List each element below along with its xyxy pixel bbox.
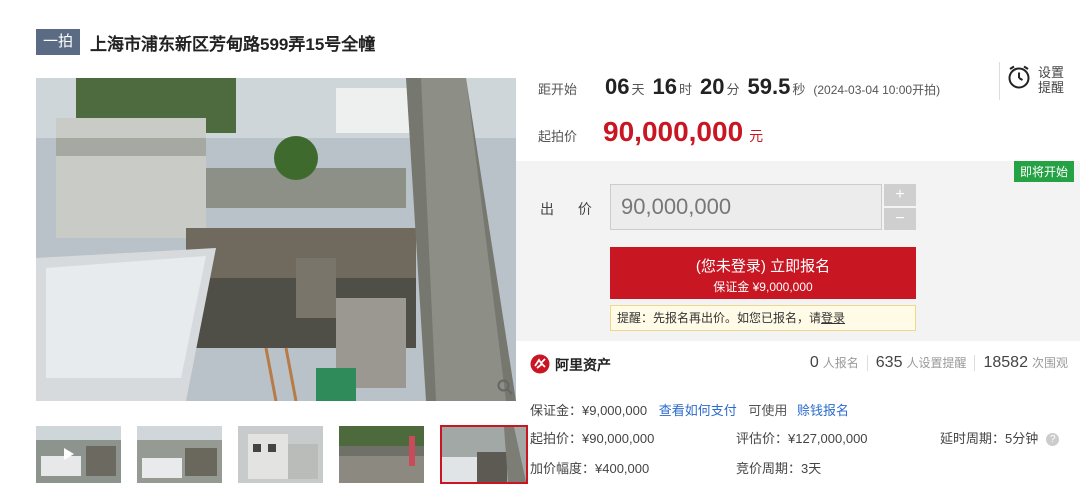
increase-bid-button[interactable]: + [884, 184, 916, 206]
bid-stepper: + − [884, 184, 916, 232]
tip-text: 提醒：先报名再出价。如您已报名，请 [617, 311, 822, 325]
stats: 0 人报名 635 人设置提醒 18582 次围观 [810, 354, 1068, 372]
start-time-note: (2024-03-04 10:00开拍) [813, 83, 941, 97]
detail-appraisal: 评估价：¥127,000,000 [736, 431, 868, 446]
status-badge: 即将开始 [1013, 161, 1074, 182]
signup-button-label: (您未登录) 立即报名 [695, 258, 831, 275]
start-price-value: 90,000,000 [603, 116, 744, 147]
zoom-icon[interactable] [494, 376, 516, 398]
alarm-clock-icon [1006, 64, 1032, 95]
detail-cycle: 竞价周期：3天 [736, 461, 822, 476]
platform-logo: 阿里资产 [530, 354, 611, 377]
thumbnail-4[interactable] [339, 426, 424, 483]
main-property-photo[interactable] [36, 78, 516, 401]
reminder-label-1: 设置 [1038, 64, 1065, 80]
countdown-label: 距开始 [538, 82, 578, 97]
signup-deposit-label: 保证金 ¥9,000,000 [713, 280, 813, 294]
signup-button[interactable]: (您未登录) 立即报名 保证金 ¥9,000,000 [610, 247, 916, 299]
stat-views-num: 18582 [983, 354, 1028, 371]
platform-name: 阿里资产 [555, 357, 611, 373]
countdown-hours: 16 [652, 74, 677, 99]
page-title: 上海市浦东新区芳甸路599弄15号全幢 [90, 34, 376, 54]
login-link[interactable]: 登录 [821, 311, 845, 325]
thumbnail-strip [36, 425, 528, 484]
how-to-pay-link[interactable]: 查看如何支付 [659, 403, 737, 418]
start-price-label: 起拍价 [538, 129, 578, 144]
bid-label: 出 价 [540, 201, 602, 217]
stat-signups-label: 人报名 [822, 356, 859, 370]
reminder-label-2: 提醒 [1038, 79, 1065, 95]
countdown-minutes: 20 [700, 74, 725, 99]
detail-start-price: 起拍价：¥90,000,000 [530, 431, 655, 446]
countdown-days: 06 [605, 74, 630, 99]
ali-asset-logo-icon [530, 354, 550, 377]
thumbnail-3[interactable] [238, 426, 323, 483]
credit-signup-link[interactable]: 赊钱报名 [797, 403, 849, 418]
auction-round-tag: 一拍 [36, 29, 81, 55]
decrease-bid-button[interactable]: − [884, 208, 916, 230]
countdown-minutes-unit: 分 [726, 82, 740, 97]
deposit-text: 保证金：¥9,000,000 [530, 403, 648, 418]
thumbnail-2[interactable] [137, 426, 222, 483]
thumbnail-1[interactable] [36, 426, 121, 483]
reminder-divider [999, 62, 1000, 100]
auction-page: 一拍 上海市浦东新区芳甸路599弄15号全幢 距开始 06 天 16 时 20 … [0, 0, 1080, 500]
countdown-hours-unit: 时 [679, 82, 693, 97]
title-row: 一拍 上海市浦东新区芳甸路599弄15号全幢 [36, 28, 375, 56]
stat-reminders-num: 635 [875, 354, 903, 371]
countdown-seconds: 59.5 [747, 74, 791, 99]
start-price-unit: 元 [749, 128, 764, 144]
stat-signups-num: 0 [809, 354, 819, 371]
thumbnail-5-selected[interactable] [440, 425, 528, 484]
stat-views-label: 次围观 [1031, 356, 1068, 370]
detail-delay-text: 延时周期：5分钟 [940, 431, 1039, 446]
countdown-seconds-unit: 秒 [792, 82, 806, 97]
bid-panel: 即将开始 出 价 90,000,000 + − (您未登录) 立即报名 保证金 … [516, 161, 1080, 341]
detail-delay: 延时周期：5分钟? [940, 428, 1060, 447]
login-tip: 提醒：先报名再出价。如您已报名，请登录 [610, 305, 916, 331]
countdown-days-unit: 天 [631, 82, 645, 97]
stat-reminders-label: 人设置提醒 [906, 356, 967, 370]
platform-row: 阿里资产 0 人报名 635 人设置提醒 18582 次围观 [530, 350, 1080, 380]
countdown: 距开始 06 天 16 时 20 分 59.5 秒 (2024-03-04 10… [538, 74, 940, 100]
detail-increment: 加价幅度：¥400,000 [530, 461, 650, 476]
deposit-row: 保证金：¥9,000,000 查看如何支付 可使用 赊钱报名 [530, 400, 849, 419]
usable-text: 可使用 [748, 403, 788, 418]
bid-amount-input[interactable]: 90,000,000 [610, 184, 882, 230]
help-icon[interactable]: ? [1046, 433, 1060, 447]
start-price-row: 起拍价 90,000,000 元 [538, 116, 763, 148]
set-reminder-button[interactable]: 设置 提醒 [1006, 64, 1066, 95]
